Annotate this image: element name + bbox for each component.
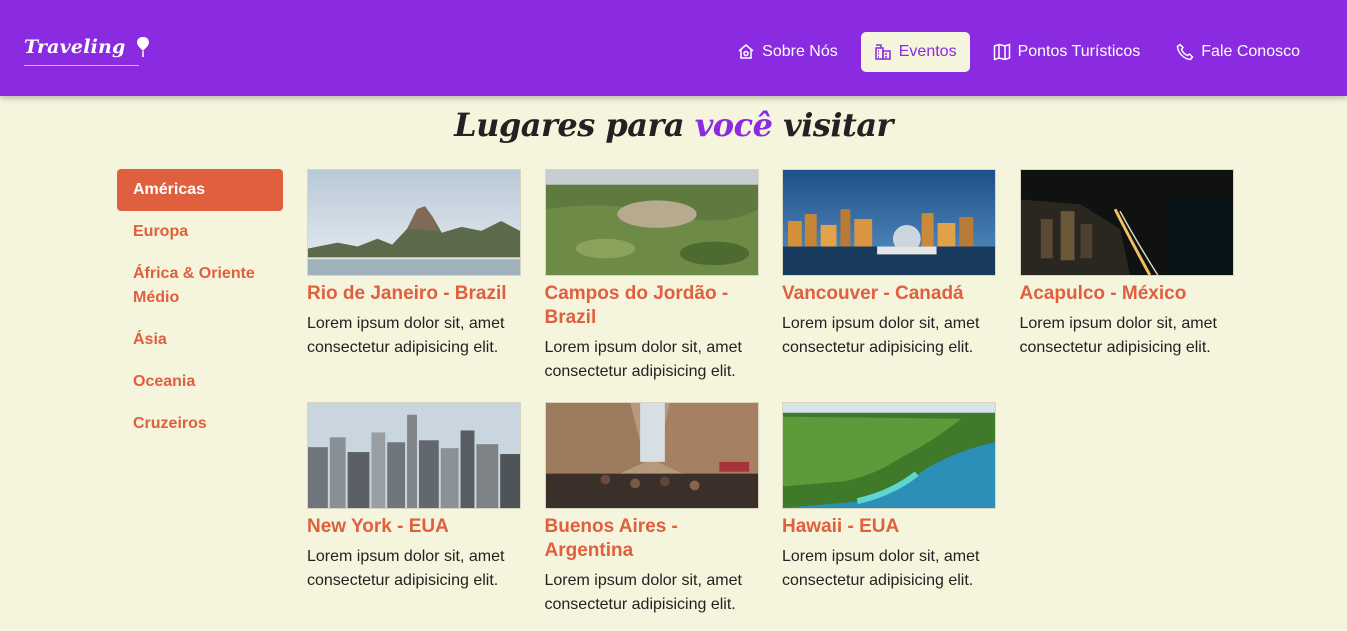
vancouver-photo[interactable] [782,169,996,276]
map-icon [993,43,1010,61]
card-description: Lorem ipsum dolor sit, amet consectetur … [782,315,980,356]
card-title[interactable]: Acapulco - México [1020,282,1234,306]
phone-icon [1177,43,1194,61]
brand-name[interactable]: Traveling [24,36,126,58]
title-part-2: visitar [772,106,893,144]
nav-fale-conosco[interactable]: Fale Conosco [1163,32,1313,72]
nav-pontos-turisticos-label: Pontos Turísticos [1017,43,1141,60]
sidebar-item-americas[interactable]: Américas [117,169,283,211]
sidebar-item-oceania[interactable]: Oceania [117,361,283,403]
top-navbar: Traveling Sobre Nós Eventos Pontos Turís… [0,0,1347,96]
title-part-1: Lugares para [454,106,695,144]
acapulco-photo[interactable] [1019,169,1234,276]
destination-card[interactable]: New York - EUA Lorem ipsum dolor sit, am… [307,402,521,617]
card-description: Lorem ipsum dolor sit, amet consectetur … [1019,315,1217,356]
region-sidebar: Américas Europa África & Oriente Médio Á… [117,169,283,445]
campos-photo[interactable] [544,169,759,276]
card-title[interactable]: New York - EUA [307,515,521,539]
newyork-photo[interactable] [307,402,521,509]
brand-logo[interactable]: Traveling [24,36,152,58]
nav-sobre-nos[interactable]: Sobre Nós [724,32,851,72]
sidebar-item-asia[interactable]: Ásia [117,319,283,361]
nav-fale-conosco-label: Fale Conosco [1201,43,1300,60]
sidebar-item-cruzeiros[interactable]: Cruzeiros [117,403,283,445]
destination-card[interactable]: Acapulco - México Lorem ipsum dolor sit,… [1019,169,1234,384]
page-title: Lugares para você visitar [0,106,1347,144]
card-description: Lorem ipsum dolor sit, amet consectetur … [544,339,742,380]
destination-card[interactable]: Campos do Jordão - Brazil Lorem ipsum do… [544,169,759,384]
card-description: Lorem ipsum dolor sit, amet consectetur … [544,572,742,613]
title-highlight: você [694,106,773,144]
card-description: Lorem ipsum dolor sit, amet consectetur … [307,315,505,356]
card-title[interactable]: Campos do Jordão - Brazil [545,282,759,330]
card-title[interactable]: Buenos Aires - Argentina [545,515,759,563]
rio-photo[interactable] [307,169,521,276]
destination-card[interactable]: Hawaii - EUA Lorem ipsum dolor sit, amet… [782,402,996,617]
hawaii-photo[interactable] [782,402,996,509]
nav-sobre-nos-label: Sobre Nós [762,43,838,60]
destination-card[interactable]: Vancouver - Canadá Lorem ipsum dolor sit… [782,169,996,384]
buenosaires-photo[interactable] [544,402,759,509]
brand-underline [24,65,139,66]
destination-card[interactable]: Buenos Aires - Argentina Lorem ipsum dol… [544,402,759,617]
buildings-icon [875,44,891,60]
main-nav: Sobre Nós Eventos Pontos Turísticos Fale… [724,32,1313,72]
sidebar-item-africa-oriente-medio[interactable]: África & Oriente Médio [117,253,283,319]
card-title[interactable]: Hawaii - EUA [782,515,996,539]
card-description: Lorem ipsum dolor sit, amet consectetur … [782,548,980,589]
card-title[interactable]: Rio de Janeiro - Brazil [307,282,521,306]
destination-card[interactable]: Rio de Janeiro - Brazil Lorem ipsum dolo… [307,169,521,384]
nav-eventos[interactable]: Eventos [860,32,970,72]
sidebar-item-europa[interactable]: Europa [117,211,283,253]
nav-pontos-turisticos[interactable]: Pontos Turísticos [980,32,1154,72]
home-icon [738,44,754,59]
card-description: Lorem ipsum dolor sit, amet consectetur … [307,548,505,589]
card-title[interactable]: Vancouver - Canadá [782,282,996,306]
nav-eventos-label: Eventos [898,43,957,60]
balloon-icon [136,37,149,57]
destinations-grid: Rio de Janeiro - Brazil Lorem ipsum dolo… [307,169,1237,617]
